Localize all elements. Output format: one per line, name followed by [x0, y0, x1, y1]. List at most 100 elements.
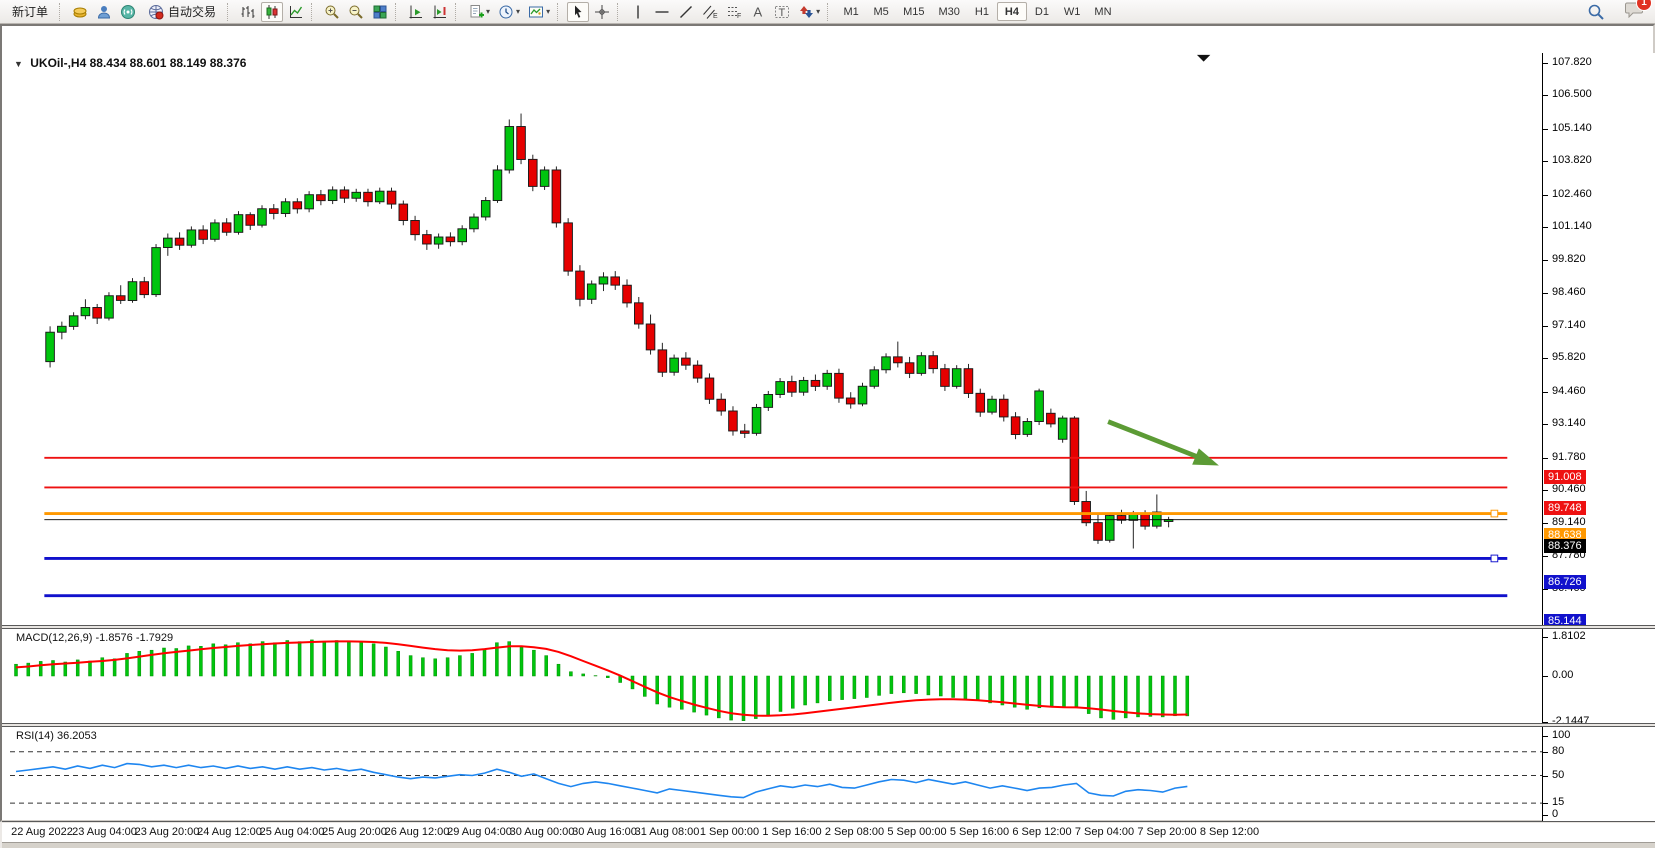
- rsi-label: RSI(14) 36.2053: [16, 730, 97, 742]
- toolbar-separator: [395, 3, 401, 21]
- collapse-arrow-icon[interactable]: ▼: [14, 59, 23, 69]
- tile-windows-icon[interactable]: [369, 2, 391, 22]
- line-chart-icon[interactable]: [285, 2, 307, 22]
- timeframe-w1[interactable]: W1: [1057, 2, 1088, 21]
- timeframe-mn[interactable]: MN: [1087, 2, 1118, 21]
- price-tag-89.748[interactable]: 89.748: [1544, 501, 1586, 515]
- time-tick-label: 25 Aug 20:00: [322, 826, 387, 838]
- horizontal-price-lines[interactable]: [44, 458, 1507, 596]
- timeframe-m30[interactable]: M30: [932, 2, 967, 21]
- timeframe-m5[interactable]: M5: [866, 2, 896, 21]
- toolbar-separator: [557, 3, 563, 21]
- zoom-out-icon[interactable]: [345, 2, 367, 22]
- timeframe-h4[interactable]: H4: [997, 2, 1027, 21]
- cursor-icon[interactable]: [567, 2, 589, 22]
- time-axis[interactable]: 22 Aug 202223 Aug 04:0023 Aug 20:0024 Au…: [2, 823, 1655, 842]
- vertical-line-tool-icon[interactable]: [627, 2, 649, 22]
- macd-tick-label: 0.00: [1552, 669, 1573, 681]
- rsi-tick-label: 50: [1552, 769, 1564, 781]
- rsi-tick-label: 80: [1552, 745, 1564, 757]
- funds-icon[interactable]: [69, 2, 91, 22]
- macd-pane[interactable]: [2, 629, 1542, 723]
- svg-text:A: A: [754, 4, 763, 19]
- svg-text:T: T: [779, 7, 786, 19]
- community-icon[interactable]: [93, 2, 115, 22]
- time-tick-label: 25 Aug 04:00: [260, 826, 325, 838]
- main-price-pane[interactable]: [2, 53, 1542, 625]
- price-tag-86.726[interactable]: 86.726: [1544, 575, 1586, 589]
- time-tick-label: 8 Sep 12:00: [1200, 826, 1259, 838]
- timeframe-d1[interactable]: D1: [1027, 2, 1057, 21]
- time-tick-label: 30 Aug 00:00: [510, 826, 575, 838]
- price-tick-label: 93.140: [1552, 417, 1586, 429]
- time-tick-label: 31 Aug 08:00: [635, 826, 700, 838]
- chevron-down-icon: ▾: [516, 7, 520, 16]
- candlestick-chart-icon[interactable]: [261, 2, 283, 22]
- price-tick-label: 98.460: [1552, 286, 1586, 298]
- arrows-tool-button[interactable]: ▾: [795, 2, 823, 22]
- pane-separator[interactable]: [2, 723, 1655, 727]
- time-tick-label: 23 Aug 04:00: [72, 826, 137, 838]
- rsi-tick-label: 15: [1552, 796, 1564, 808]
- text-tool-icon[interactable]: A: [747, 2, 769, 22]
- chevron-down-icon: ▾: [816, 7, 820, 16]
- time-tick-label: 26 Aug 12:00: [385, 826, 450, 838]
- toolbar-separator: [227, 3, 233, 21]
- line-drag-handle[interactable]: [1491, 510, 1498, 517]
- rsi-pane[interactable]: [2, 727, 1542, 821]
- text-label-tool-icon[interactable]: T: [771, 2, 793, 22]
- time-tick-label: 6 Sep 12:00: [1012, 826, 1071, 838]
- main-toolbar: 新订单 自动交易 ▾: [0, 0, 1655, 24]
- price-tick-label: 94.460: [1552, 385, 1586, 397]
- price-tick-label: 89.140: [1552, 516, 1586, 528]
- add-indicator-button[interactable]: ▾: [465, 2, 493, 22]
- price-tick-label: 103.820: [1552, 154, 1592, 166]
- time-tick-label: 7 Sep 04:00: [1075, 826, 1134, 838]
- fibonacci-tool-icon[interactable]: F: [723, 2, 745, 22]
- notifications-button[interactable]: 1: [1625, 0, 1645, 23]
- timeframe-m1[interactable]: M1: [836, 2, 866, 21]
- price-tick-label: 105.140: [1552, 122, 1592, 134]
- price-tag-91.008[interactable]: 91.008: [1544, 470, 1586, 484]
- time-tick-label: 22 Aug 2022: [11, 826, 73, 838]
- trendline-tool-icon[interactable]: [675, 2, 697, 22]
- time-tick-label: 1 Sep 16:00: [762, 826, 821, 838]
- crosshair-icon[interactable]: [591, 2, 613, 22]
- timeframe-m15[interactable]: M15: [896, 2, 931, 21]
- chart-symbol-period: UKOil-,H4: [30, 56, 86, 70]
- notification-badge: 1: [1636, 0, 1652, 11]
- macd-tick-label: 1.8102: [1552, 630, 1586, 642]
- chart-shift-icon[interactable]: [429, 2, 451, 22]
- timeframe-h1[interactable]: H1: [967, 2, 997, 21]
- time-tick-label: 23 Aug 20:00: [135, 826, 200, 838]
- price-tick-label: 99.820: [1552, 253, 1586, 265]
- autotrading-icon: [148, 4, 164, 20]
- svg-text:F: F: [737, 13, 741, 20]
- macd-histogram: [15, 640, 1189, 721]
- signal-icon[interactable]: [117, 2, 139, 22]
- bar-chart-icon[interactable]: [237, 2, 259, 22]
- pane-separator[interactable]: [2, 625, 1655, 629]
- templates-button[interactable]: ▾: [525, 2, 553, 22]
- price-tick-label: 90.460: [1552, 483, 1586, 495]
- auto-scroll-icon[interactable]: [405, 2, 427, 22]
- candles: [46, 114, 1173, 549]
- price-tick-label: 97.140: [1552, 319, 1586, 331]
- price-tag-88.376[interactable]: 88.376: [1544, 539, 1586, 553]
- periods-button[interactable]: ▾: [495, 2, 523, 22]
- chevron-down-icon: ▾: [486, 7, 490, 16]
- time-tick-label: 29 Aug 04:00: [447, 826, 512, 838]
- price-tick-label: 106.500: [1552, 88, 1592, 100]
- trend-arrow-annotation[interactable]: [1108, 422, 1219, 466]
- rsi-tick-label: 100: [1552, 729, 1570, 741]
- toolbar-separator: [617, 3, 623, 21]
- price-tick-label: 101.140: [1552, 220, 1592, 232]
- new-order-button[interactable]: 新订单: [5, 2, 55, 22]
- line-drag-handle[interactable]: [1491, 555, 1498, 562]
- search-icon[interactable]: [1584, 2, 1608, 22]
- horizontal-line-tool-icon[interactable]: [651, 2, 673, 22]
- chart-shift-marker-icon[interactable]: [1197, 55, 1210, 62]
- zoom-in-icon[interactable]: [321, 2, 343, 22]
- equidistant-channel-tool-icon[interactable]: E: [699, 2, 721, 22]
- autotrading-button[interactable]: 自动交易: [141, 2, 223, 22]
